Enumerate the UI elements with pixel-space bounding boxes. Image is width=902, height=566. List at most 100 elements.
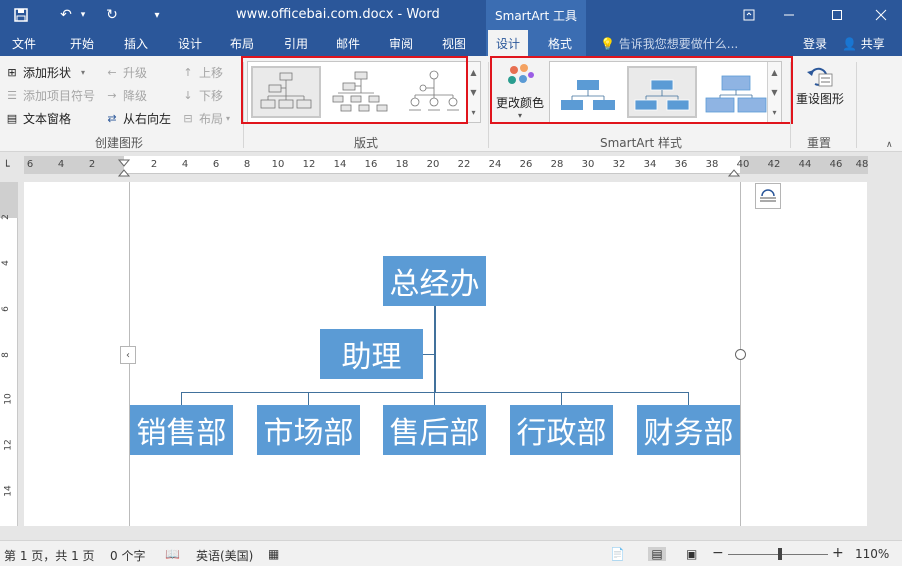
move-down-icon: ↓ (183, 88, 193, 102)
move-down-label: 下移 (199, 89, 224, 103)
zoom-slider-thumb[interactable] (778, 548, 782, 560)
layout-button[interactable]: ⊟ 布局 ▾ (180, 110, 230, 127)
read-mode-icon[interactable]: 📄 (610, 547, 625, 561)
redo-icon[interactable]: ↻ (100, 4, 124, 26)
tell-me-box[interactable]: 💡 告诉我您想要做什么... (600, 35, 738, 52)
text-pane-icon: ▤ (6, 111, 18, 125)
demote-button[interactable]: → 降级 (104, 87, 147, 104)
status-bar: 第 1 页，共 1 页 0 个字 📖 英语(美国) ▦ 📄 ▤ ▣ − + 11… (0, 540, 902, 566)
ruler-tick: 4 (0, 260, 11, 266)
scroll-down-icon[interactable]: ▼ (470, 88, 476, 97)
tab-insert[interactable]: 插入 (116, 30, 156, 56)
org-node-finance[interactable]: 财务部 (637, 405, 740, 455)
ruler-tick: 48 (855, 159, 869, 170)
layouts-gallery-scroll[interactable]: ▲ ▼ ▾ (466, 62, 480, 122)
first-line-indent-icon[interactable] (117, 156, 131, 167)
customize-quick-access-icon[interactable]: ▾ (148, 4, 166, 26)
text-pane-expand-icon[interactable]: ‹ (120, 346, 136, 364)
tab-home[interactable]: 开始 (62, 30, 102, 56)
ruler-tick: 2 (150, 159, 158, 170)
lightbulb-icon: 💡 (600, 37, 615, 51)
page-count[interactable]: 第 1 页，共 1 页 (4, 547, 95, 564)
ruler-tick: 6 (26, 159, 34, 170)
org-node-sales[interactable]: 销售部 (130, 405, 233, 455)
right-to-left-button[interactable]: ⇄ 从右向左 (104, 110, 171, 127)
org-node-after-sales[interactable]: 售后部 (383, 405, 486, 455)
layout-options-icon (760, 189, 776, 202)
tab-design[interactable]: 设计 (170, 30, 210, 56)
org-node-administration[interactable]: 行政部 (510, 405, 613, 455)
zoom-in-icon[interactable]: + (832, 545, 844, 561)
ruler-tick: 18 (395, 159, 409, 170)
indent-marker-icon[interactable] (117, 166, 131, 177)
group-separator (488, 62, 489, 148)
connector-line (434, 306, 436, 392)
tab-smartart-format[interactable]: 格式 (540, 30, 580, 56)
layouts-highlight-box (241, 56, 468, 124)
tell-me-text: 告诉我您想要做什么... (618, 37, 739, 51)
share-label: 共享 (860, 37, 885, 51)
move-up-icon: ↑ (183, 65, 193, 79)
vertical-ruler[interactable]: 2 4 6 8 10 12 14 (0, 182, 18, 526)
proofing-icon[interactable]: 📖 (165, 547, 180, 561)
add-shape-button[interactable]: ⊞ 添加形状 ▾ (4, 64, 85, 81)
connector-line (308, 392, 309, 405)
ruler-tick: 4 (57, 159, 65, 170)
ruler-tick: 44 (798, 159, 812, 170)
word-count[interactable]: 0 个字 (110, 547, 145, 564)
add-bullet-label: 添加项目符号 (23, 89, 96, 103)
tab-references[interactable]: 引用 (276, 30, 316, 56)
ruler-tick: 38 (705, 159, 719, 170)
tab-layout[interactable]: 布局 (222, 30, 262, 56)
collapse-ribbon-icon[interactable]: ∧ (886, 140, 893, 150)
ruler-tick: 2 (0, 214, 11, 220)
undo-dropdown-icon[interactable]: ▾ (78, 4, 88, 26)
share-button[interactable]: 👤 共享 (842, 35, 885, 52)
tab-view[interactable]: 视图 (434, 30, 474, 56)
sign-in-link[interactable]: 登录 (803, 35, 827, 52)
promote-button[interactable]: ← 升级 (104, 64, 147, 81)
layout-label: 布局 (199, 112, 224, 126)
web-layout-icon[interactable]: ▣ (686, 547, 697, 561)
minimize-icon[interactable] (766, 0, 812, 30)
demote-arrow-icon: → (107, 88, 117, 102)
more-icon[interactable]: ▾ (471, 108, 475, 117)
undo-icon[interactable]: ↶ (54, 4, 78, 26)
reset-graphic-icon (807, 67, 833, 87)
tab-review[interactable]: 审阅 (381, 30, 421, 56)
move-up-button[interactable]: ↑ 上移 (180, 64, 223, 81)
print-layout-icon[interactable]: ▤ (648, 547, 666, 561)
org-node-marketing[interactable]: 市场部 (257, 405, 360, 455)
text-pane-button[interactable]: ▤ 文本窗格 (4, 110, 71, 127)
save-icon[interactable] (8, 4, 34, 26)
language-indicator[interactable]: 英语(美国) (196, 547, 253, 564)
add-bullet-button[interactable]: ☰ 添加项目符号 (4, 87, 95, 104)
org-node-assistant[interactable]: 助理 (320, 329, 423, 379)
ruler-tick: 12 (3, 439, 14, 451)
close-icon[interactable] (858, 0, 902, 30)
move-down-button[interactable]: ↓ 下移 (180, 87, 223, 104)
scroll-up-icon[interactable]: ▲ (470, 68, 476, 77)
demote-label: 降级 (123, 89, 148, 103)
tab-smartart-design[interactable]: 设计 (488, 30, 528, 56)
layout-options-button[interactable] (755, 183, 781, 209)
ruler-tick: 14 (3, 485, 14, 497)
tab-file[interactable]: 文件 (4, 30, 44, 56)
layout-dropdown-icon: ▾ (226, 114, 231, 123)
tab-mailings[interactable]: 邮件 (328, 30, 368, 56)
zoom-level[interactable]: 110% (855, 547, 889, 561)
reset-graphic-button[interactable]: 重设图形 (796, 64, 844, 114)
maximize-icon[interactable] (814, 0, 860, 30)
ruler-tick: 36 (674, 159, 688, 170)
resize-handle[interactable] (735, 349, 746, 360)
org-node-top[interactable]: 总经办 (383, 256, 486, 306)
ruler-tick: 32 (612, 159, 626, 170)
horizontal-ruler[interactable]: 6 4 2 2 4 6 8 10 12 14 16 18 20 22 24 26… (24, 156, 869, 177)
promote-label: 升级 (123, 66, 148, 80)
smartart-styles-group-label: SmartArt 样式 (600, 136, 682, 150)
ruler-tick: 46 (829, 159, 843, 170)
tab-stop-selector[interactable]: └ (3, 160, 17, 173)
macro-record-icon[interactable]: ▦ (268, 547, 279, 561)
right-indent-icon[interactable] (727, 166, 741, 177)
zoom-out-icon[interactable]: − (712, 545, 724, 561)
